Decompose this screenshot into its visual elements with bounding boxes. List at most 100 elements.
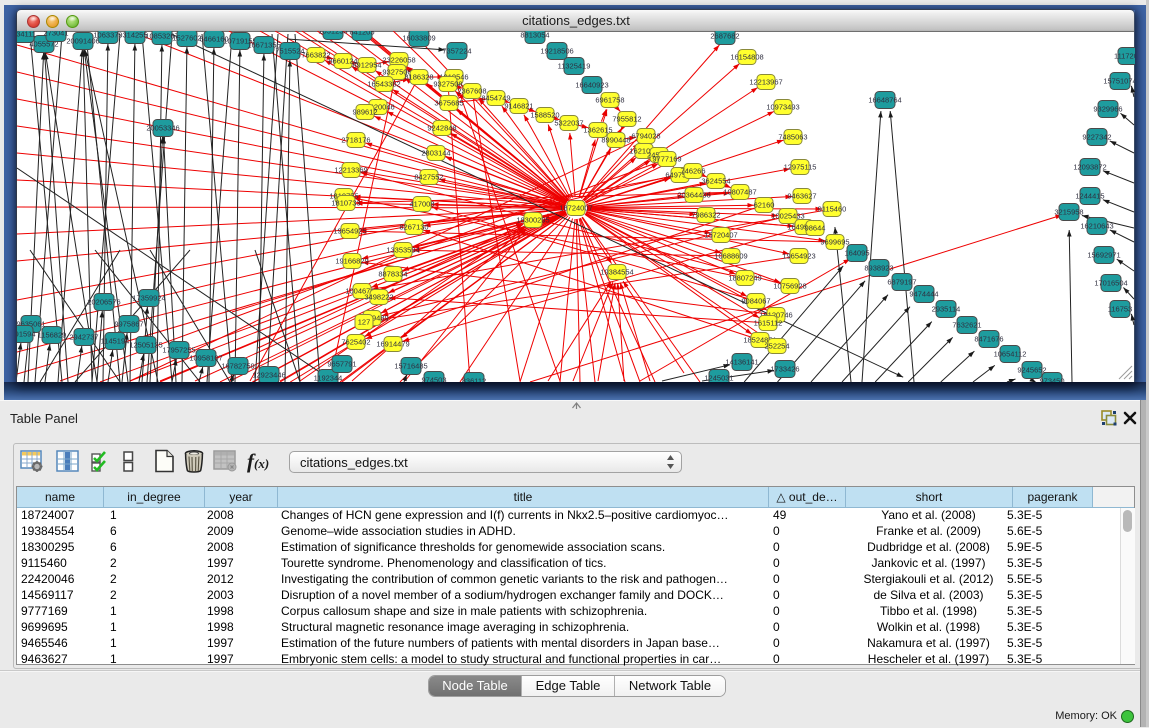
svg-text:1051233: 1051233 [318,31,347,36]
svg-text:10688609: 10688609 [714,252,747,261]
svg-text:391594: 391594 [17,330,36,339]
svg-text:9975867: 9975867 [114,320,143,329]
svg-text:10958107: 10958107 [189,354,222,363]
svg-text:15720407: 15720407 [704,231,737,240]
svg-text:16154808: 16154808 [730,53,763,62]
svg-text:1156829: 1156829 [38,331,67,340]
svg-text:9329966: 9329966 [1093,105,1122,114]
svg-text:417008: 417008 [409,200,434,209]
svg-text:8427552: 8427552 [414,173,443,182]
svg-text:6961758: 6961758 [595,96,624,105]
svg-text:19654925: 19654925 [333,227,366,236]
svg-text:9242848: 9242848 [427,124,456,133]
svg-text:3215958: 3215958 [1054,208,1083,217]
svg-text:314255: 314255 [122,31,147,40]
svg-text:6879197: 6879197 [887,278,916,287]
svg-text:8990448: 8990448 [601,136,630,145]
svg-text:9474444: 9474444 [909,290,938,299]
svg-text:989612: 989612 [352,108,377,117]
svg-text:9245652: 9245652 [1017,366,1046,375]
svg-text:3498222: 3498222 [364,293,393,302]
svg-text:2718176: 2718176 [341,136,370,145]
svg-text:2803144: 2803144 [421,149,450,158]
svg-text:973450: 973450 [1039,377,1064,383]
svg-text:15692971: 15692971 [1087,251,1120,260]
svg-text:12975115: 12975115 [784,163,817,172]
svg-text:10973493: 10973493 [766,103,799,112]
svg-text:9227342: 9227342 [1082,133,1111,142]
svg-text:2687682: 2687682 [710,32,739,41]
svg-text:9084067: 9084067 [741,297,770,306]
svg-text:16210643: 16210643 [1080,222,1113,231]
svg-text:17016504: 17016504 [1094,279,1127,288]
svg-text:98644: 98644 [805,224,826,233]
svg-text:1063379: 1063379 [93,31,122,40]
svg-text:836112: 836112 [462,377,486,383]
svg-text:8912954: 8912954 [352,61,381,70]
svg-text:746266: 746266 [680,167,705,176]
svg-text:1810733: 1810733 [331,199,360,208]
svg-text:2942737: 2942737 [69,333,98,342]
svg-text:15751074: 15751074 [1103,77,1135,86]
svg-text:18300295: 18300295 [516,216,549,225]
svg-text:8186328: 8186328 [404,73,433,82]
svg-text:62160: 62160 [754,201,775,210]
svg-text:3675685: 3675685 [434,99,463,108]
svg-text:834111: 834111 [17,31,36,39]
svg-text:16640923: 16640923 [575,81,608,90]
svg-text:12923446: 12923446 [252,371,285,380]
svg-text:12213369: 12213369 [334,166,367,175]
svg-text:9115460: 9115460 [818,205,847,214]
svg-text:7625402: 7625402 [341,338,370,347]
svg-text:974503: 974503 [421,376,446,383]
svg-text:7663822: 7663822 [301,51,330,60]
svg-text:164095: 164095 [844,249,869,258]
svg-text:1615112: 1615112 [754,319,783,328]
svg-text:17359924: 17359924 [132,294,165,303]
svg-text:9699695: 9699695 [820,238,849,247]
svg-text:7986322: 7986322 [691,211,720,220]
svg-text:10807487: 10807487 [723,188,756,197]
svg-text:10756928: 10756928 [773,282,806,291]
svg-text:9777169: 9777169 [652,155,681,164]
svg-text:13353594: 13353594 [386,246,419,255]
svg-text:23226058: 23226058 [382,56,415,65]
svg-text:1245031: 1245031 [704,374,733,383]
svg-text:8938923: 8938923 [864,264,893,273]
svg-text:18807249: 18807249 [728,274,761,283]
svg-text:12213967: 12213967 [749,78,782,87]
svg-text:19654923: 19654923 [782,252,815,261]
svg-text:16033809: 16033809 [402,34,435,43]
svg-text:116753: 116753 [1108,305,1132,314]
svg-text:1733426: 1733426 [770,365,799,374]
svg-text:7515524: 7515524 [275,47,304,56]
svg-text:7955812: 7955812 [612,115,641,124]
svg-text:10654112: 10654112 [994,350,1027,359]
svg-text:16648764: 16648764 [868,96,901,105]
svg-text:252254: 252254 [764,342,789,351]
svg-text:7357224: 7357224 [442,47,471,56]
svg-text:19218506: 19218506 [540,47,573,56]
svg-text:9657791: 9657791 [327,360,356,369]
svg-text:20053346: 20053346 [146,124,179,133]
svg-text:20206576: 20206576 [87,298,120,307]
svg-text:16782759: 16782759 [221,362,254,371]
svg-text:1192344: 1192344 [314,374,343,383]
svg-text:14136141: 14136141 [725,358,758,367]
svg-text:9463627: 9463627 [787,192,816,201]
svg-text:20364436: 20364436 [677,191,710,200]
svg-text:5322037: 5322037 [554,119,583,128]
svg-text:1244415: 1244415 [1075,192,1104,201]
svg-text:19384554: 19384554 [600,268,633,277]
svg-text:1145194: 1145194 [101,337,130,346]
svg-text:16543382: 16543382 [367,80,400,89]
svg-text:12505135: 12505135 [129,341,162,350]
svg-text:3624554: 3624554 [701,177,730,186]
svg-text:7632621: 7632621 [952,321,981,330]
svg-text:8471676: 8471676 [974,335,1003,344]
svg-text:15716485: 15716485 [394,362,427,371]
svg-text:16914479: 16914479 [376,340,409,349]
svg-text:273041: 273041 [43,31,68,38]
svg-text:1117207: 1117207 [1114,52,1135,61]
svg-text:2935114: 2935114 [932,305,961,314]
